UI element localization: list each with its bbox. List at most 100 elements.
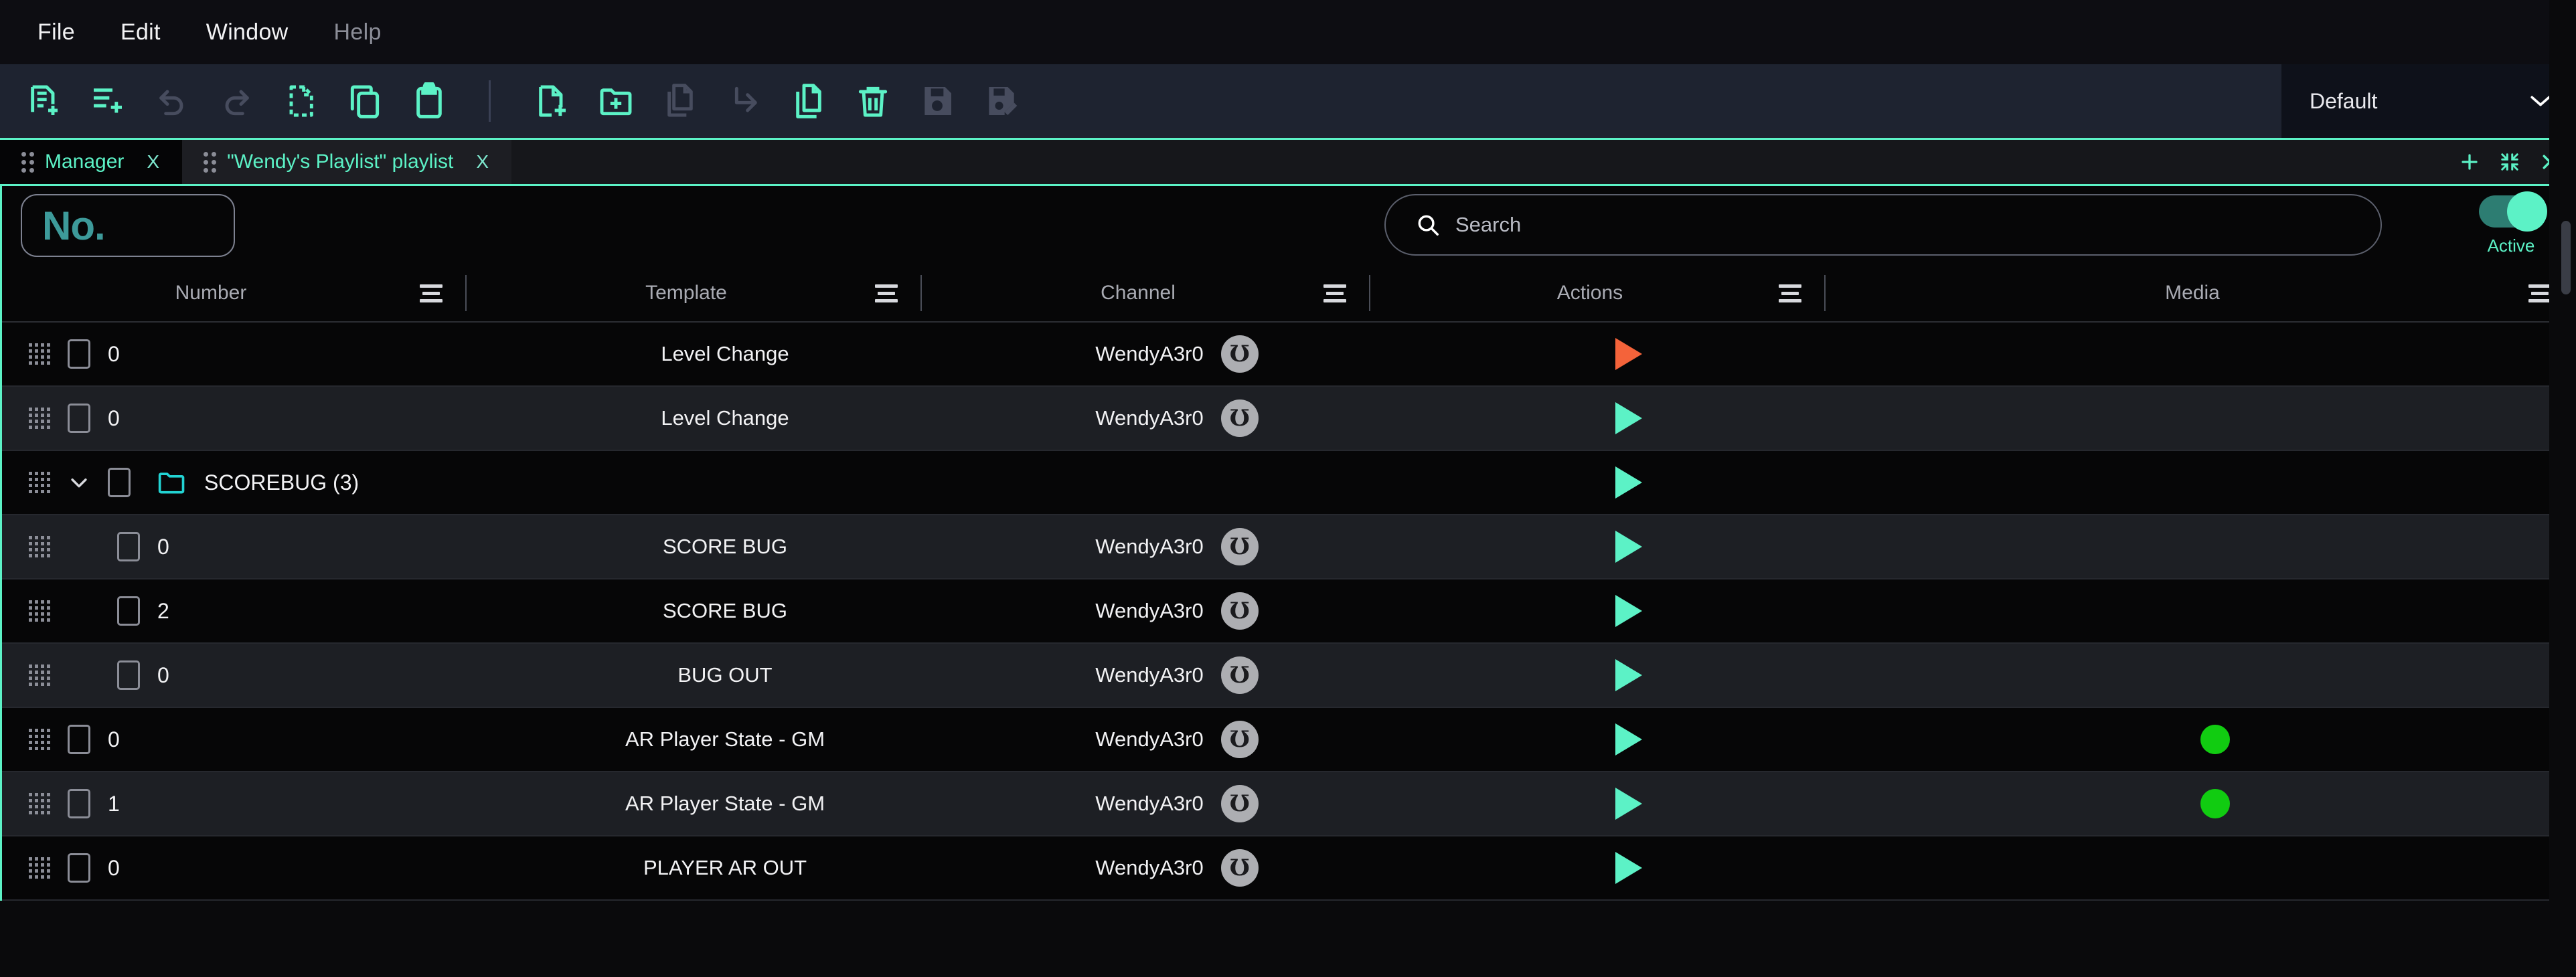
move-icon[interactable] bbox=[717, 74, 772, 128]
tab-manager[interactable]: Manager X bbox=[0, 140, 182, 184]
tab-wendys-playlist[interactable]: "Wendy's Playlist" playlist X bbox=[182, 140, 511, 184]
table-row[interactable]: 0PLAYER AR OUTWendyA3r0Ʊ bbox=[2, 836, 2574, 901]
drag-handle-icon[interactable] bbox=[204, 152, 216, 173]
vertical-scrollbar-thumb[interactable] bbox=[2561, 221, 2571, 294]
table-row[interactable]: 0BUG OUTWendyA3r0Ʊ bbox=[2, 644, 2574, 708]
column-menu-icon[interactable] bbox=[875, 284, 898, 302]
row-checkbox[interactable] bbox=[68, 853, 90, 883]
menu-item-help[interactable]: Help bbox=[311, 14, 404, 51]
table-row[interactable]: 0Level ChangeWendyA3r0Ʊ bbox=[2, 323, 2574, 387]
column-header-template-label: Template bbox=[497, 282, 875, 304]
playlist-table: Number Template Channel Actions Media 0L… bbox=[0, 265, 2576, 901]
menu-item-file[interactable]: File bbox=[15, 14, 98, 51]
column-header-actions[interactable]: Actions bbox=[1401, 275, 1856, 311]
table-row[interactable]: 0AR Player State - GMWendyA3r0Ʊ bbox=[2, 708, 2574, 772]
row-checkbox[interactable] bbox=[68, 339, 90, 369]
search-input[interactable]: Search bbox=[1384, 194, 2382, 256]
new-page-icon[interactable] bbox=[16, 74, 71, 128]
table-row[interactable]: 0SCORE BUGWendyA3r0Ʊ bbox=[2, 515, 2574, 580]
delete-icon[interactable] bbox=[846, 74, 900, 128]
play-icon[interactable] bbox=[1615, 659, 1642, 691]
table-row[interactable]: 2SCORE BUGWendyA3r0Ʊ bbox=[2, 580, 2574, 644]
cell-media bbox=[1856, 772, 2574, 835]
row-drag-handle-icon[interactable] bbox=[29, 536, 50, 557]
save-as-icon[interactable] bbox=[974, 74, 1029, 128]
redo-icon[interactable] bbox=[209, 74, 264, 128]
table-row[interactable]: 1AR Player State - GMWendyA3r0Ʊ bbox=[2, 772, 2574, 836]
tab-wendys-playlist-close-icon[interactable]: X bbox=[464, 151, 493, 173]
menu-item-edit[interactable]: Edit bbox=[98, 14, 183, 51]
number-filter-input[interactable]: No. bbox=[21, 194, 235, 257]
play-icon[interactable] bbox=[1615, 402, 1642, 434]
play-icon[interactable] bbox=[1615, 723, 1642, 756]
chevron-down-icon[interactable] bbox=[68, 471, 90, 494]
menu-item-window[interactable]: Window bbox=[183, 14, 311, 51]
row-drag-handle-icon[interactable] bbox=[29, 857, 50, 879]
tab-wendys-playlist-label: "Wendy's Playlist" playlist bbox=[227, 151, 453, 173]
chevron-down-icon bbox=[2529, 94, 2552, 108]
row-checkbox[interactable] bbox=[117, 532, 140, 561]
row-checkbox[interactable] bbox=[68, 404, 90, 433]
column-menu-icon[interactable] bbox=[420, 284, 442, 302]
column-header-template[interactable]: Template bbox=[497, 275, 953, 311]
play-icon[interactable] bbox=[1615, 852, 1642, 884]
column-divider[interactable] bbox=[1369, 275, 1370, 311]
undo-icon[interactable] bbox=[145, 74, 199, 128]
drag-handle-icon[interactable] bbox=[21, 152, 34, 173]
active-toggle-track[interactable] bbox=[2479, 195, 2543, 228]
column-header-channel-label: Channel bbox=[953, 282, 1323, 304]
play-icon[interactable] bbox=[1615, 531, 1642, 563]
collapse-tabs-icon[interactable] bbox=[2500, 152, 2520, 172]
cell-number: 0 bbox=[2, 323, 497, 385]
row-checkbox[interactable] bbox=[117, 660, 140, 690]
column-header-channel[interactable]: Channel bbox=[953, 275, 1401, 311]
save-icon[interactable] bbox=[910, 74, 965, 128]
play-icon[interactable] bbox=[1615, 338, 1642, 370]
close-tabs-icon[interactable] bbox=[2540, 152, 2560, 172]
row-checkbox[interactable] bbox=[68, 725, 90, 754]
cell-template: AR Player State - GM bbox=[497, 772, 953, 835]
column-header-media[interactable]: Media bbox=[1856, 282, 2574, 304]
row-drag-handle-icon[interactable] bbox=[29, 664, 50, 686]
column-divider[interactable] bbox=[1824, 275, 1826, 311]
tab-manager-close-icon[interactable]: X bbox=[135, 151, 163, 173]
row-drag-handle-icon[interactable] bbox=[29, 729, 50, 750]
table-row[interactable]: 0Level ChangeWendyA3r0Ʊ bbox=[2, 387, 2574, 451]
row-drag-handle-icon[interactable] bbox=[29, 343, 50, 365]
play-icon[interactable] bbox=[1615, 466, 1642, 499]
play-icon[interactable] bbox=[1615, 595, 1642, 627]
column-divider[interactable] bbox=[465, 275, 467, 311]
column-menu-icon[interactable] bbox=[2528, 284, 2551, 302]
cell-actions bbox=[1401, 515, 1856, 578]
column-menu-icon[interactable] bbox=[1323, 284, 1346, 302]
cut-icon[interactable] bbox=[273, 74, 328, 128]
add-list-item-icon[interactable] bbox=[80, 74, 135, 128]
cell-media bbox=[1856, 644, 2574, 707]
paste-icon[interactable] bbox=[402, 74, 457, 128]
add-tab-icon[interactable] bbox=[2460, 152, 2480, 172]
row-drag-handle-icon[interactable] bbox=[29, 793, 50, 814]
row-drag-handle-icon[interactable] bbox=[29, 408, 50, 429]
row-drag-handle-icon[interactable] bbox=[29, 600, 50, 622]
new-file-icon[interactable] bbox=[524, 74, 579, 128]
duplicate-icon[interactable] bbox=[653, 74, 708, 128]
active-toggle[interactable]: Active bbox=[2479, 195, 2543, 256]
row-checkbox[interactable] bbox=[108, 468, 131, 497]
row-drag-handle-icon[interactable] bbox=[29, 472, 50, 493]
copy-file-icon[interactable] bbox=[781, 74, 836, 128]
column-header-number[interactable]: Number bbox=[2, 275, 497, 311]
active-toggle-knob bbox=[2507, 191, 2547, 232]
toolbar-separator bbox=[489, 80, 491, 122]
column-menu-icon[interactable] bbox=[1779, 284, 1801, 302]
row-checkbox[interactable] bbox=[68, 789, 90, 818]
preset-dropdown[interactable]: Default bbox=[2281, 64, 2576, 138]
row-channel-value: WendyA3r0 bbox=[1095, 856, 1203, 880]
row-checkbox[interactable] bbox=[117, 596, 140, 626]
column-divider[interactable] bbox=[920, 275, 922, 311]
play-icon[interactable] bbox=[1615, 788, 1642, 820]
table-group-row[interactable]: SCOREBUG (3) bbox=[2, 451, 2574, 515]
new-folder-icon[interactable] bbox=[588, 74, 643, 128]
row-number-value: 0 bbox=[108, 856, 120, 881]
table-body: 0Level ChangeWendyA3r0Ʊ0Level ChangeWend… bbox=[2, 323, 2574, 901]
copy-icon[interactable] bbox=[337, 74, 392, 128]
